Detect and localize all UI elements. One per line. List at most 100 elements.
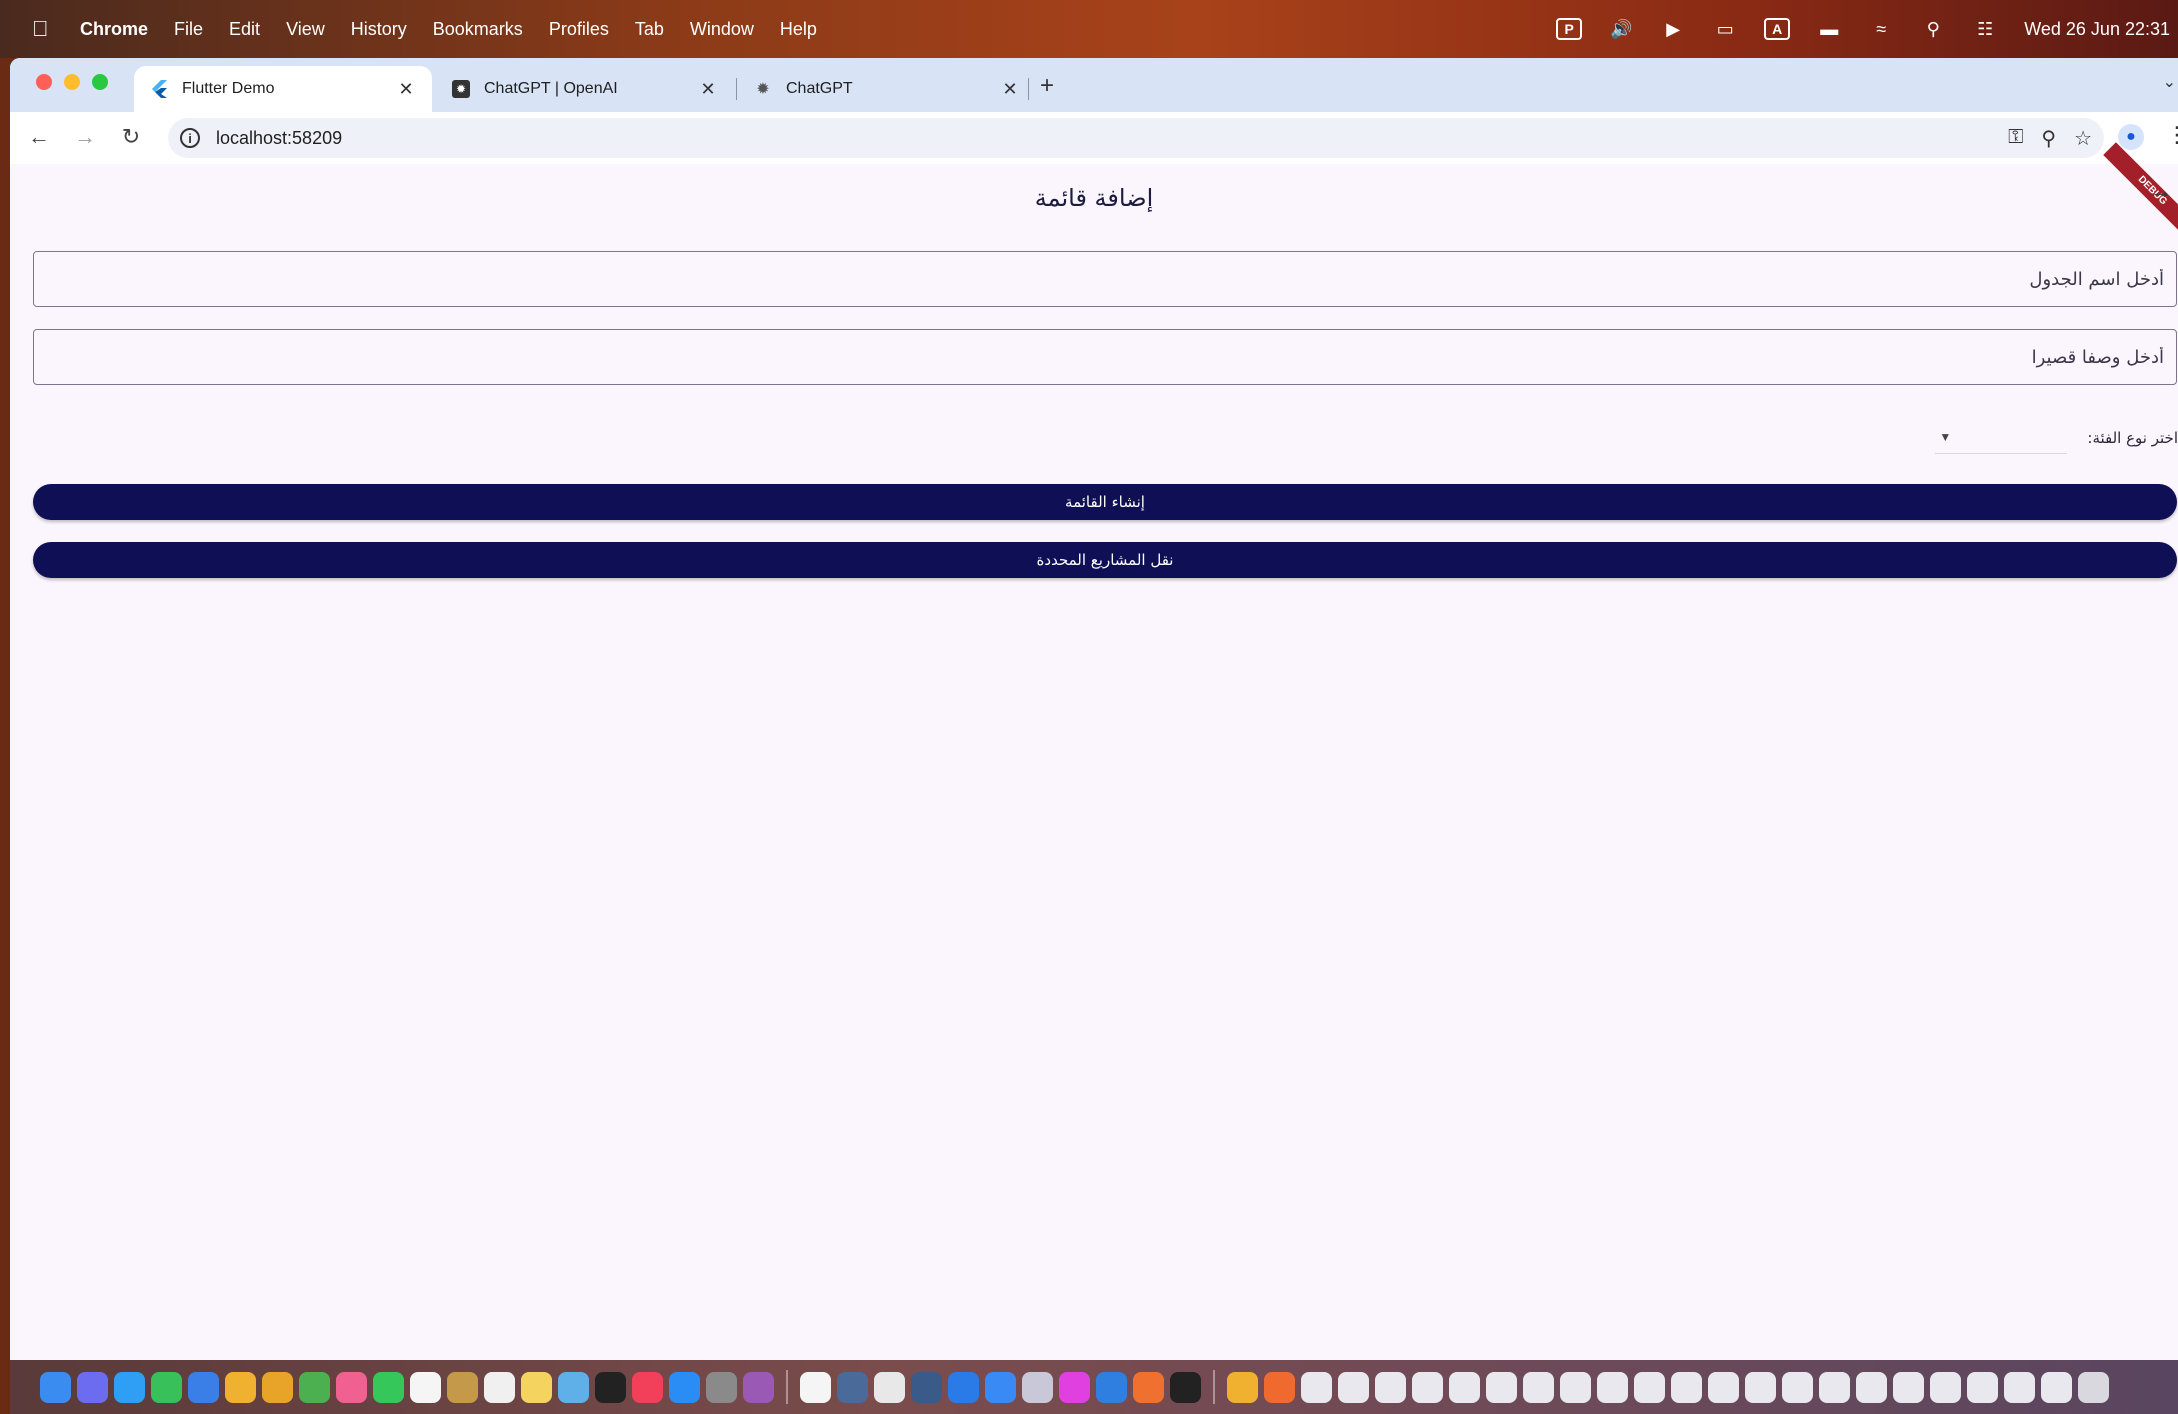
- dock-safari-icon[interactable]: [114, 1371, 145, 1403]
- dock-music-icon[interactable]: [632, 1371, 663, 1403]
- dock-swift-icon[interactable]: [1264, 1371, 1295, 1403]
- url-text[interactable]: localhost:58209: [216, 128, 342, 149]
- pastebot-icon[interactable]: P: [1556, 18, 1583, 40]
- dock-finder-icon[interactable]: [40, 1371, 71, 1403]
- tab-flutter-demo[interactable]: Flutter Demo ✕: [134, 66, 432, 112]
- dock-maps-icon[interactable]: [299, 1371, 330, 1403]
- menu-profiles[interactable]: Profiles: [549, 19, 609, 40]
- dock-sublime-icon[interactable]: [1133, 1371, 1164, 1403]
- menu-window[interactable]: Window: [690, 19, 754, 40]
- dock-window-9-icon[interactable]: [1597, 1371, 1628, 1403]
- dock-preview-icon[interactable]: [837, 1371, 868, 1403]
- forward-arrow-icon[interactable]: →: [72, 124, 98, 150]
- dock-terminal-icon[interactable]: [1170, 1371, 1201, 1403]
- chrome-menu-icon[interactable]: ⋮: [2166, 122, 2178, 148]
- dock-chrome-alt-icon[interactable]: [262, 1371, 293, 1403]
- wifi-icon[interactable]: ≈: [1868, 18, 1894, 40]
- reload-icon[interactable]: ↻: [118, 124, 144, 150]
- move-projects-button[interactable]: نقل المشاريع المحددة: [33, 542, 2177, 578]
- spotlight-icon[interactable]: ⚲: [1920, 18, 1946, 40]
- dock-disk-utility-icon[interactable]: [1022, 1371, 1053, 1403]
- dock-launchpad-icon[interactable]: [77, 1371, 108, 1403]
- tab-search-chevron-icon[interactable]: ⌄: [2163, 72, 2176, 92]
- menu-edit[interactable]: Edit: [229, 19, 260, 40]
- close-tab-icon[interactable]: ✕: [698, 79, 718, 100]
- dock-window-7-icon[interactable]: [1523, 1371, 1554, 1403]
- dock-system-settings-icon[interactable]: [706, 1371, 737, 1403]
- dock-messages-icon[interactable]: [151, 1371, 182, 1403]
- address-bar[interactable]: i localhost:58209 ⚿ ⚲ ☆: [168, 118, 2104, 158]
- dock-window-2-icon[interactable]: [1338, 1371, 1369, 1403]
- volume-icon[interactable]: 🔊: [1608, 18, 1634, 40]
- dock-freeform-icon[interactable]: [558, 1371, 589, 1403]
- dock-window-18-icon[interactable]: [1930, 1371, 1961, 1403]
- dock-window-14-icon[interactable]: [1782, 1371, 1813, 1403]
- dock-window-17-icon[interactable]: [1893, 1371, 1924, 1403]
- control-center-icon[interactable]: ☷: [1972, 18, 1998, 40]
- dock-chrome-3-icon[interactable]: [1227, 1371, 1258, 1403]
- dock-mail-icon[interactable]: [188, 1371, 219, 1403]
- dock-contacts-icon[interactable]: [447, 1371, 478, 1403]
- bookmark-star-icon[interactable]: ☆: [2074, 126, 2092, 151]
- dock-window-3-icon[interactable]: [1375, 1371, 1406, 1403]
- battery-icon[interactable]: ▬: [1816, 18, 1842, 40]
- dock-xcode-icon[interactable]: [948, 1371, 979, 1403]
- tab-chatgpt-openai[interactable]: ✹ ChatGPT | OpenAI ✕: [436, 66, 734, 112]
- dock-window-5-icon[interactable]: [1449, 1371, 1480, 1403]
- apple-menu-icon[interactable]: : [32, 16, 62, 42]
- description-field[interactable]: [33, 329, 2177, 385]
- password-key-icon[interactable]: ⚿: [2008, 126, 2023, 151]
- dock-window-19-icon[interactable]: [1967, 1371, 1998, 1403]
- create-list-button[interactable]: إنشاء القائمة: [33, 484, 2177, 520]
- dock-window-10-icon[interactable]: [1634, 1371, 1665, 1403]
- dock-p-app-icon[interactable]: [800, 1371, 831, 1403]
- back-arrow-icon[interactable]: ←: [26, 124, 52, 150]
- menu-file[interactable]: File: [174, 19, 203, 40]
- dock-chrome-icon[interactable]: [225, 1371, 256, 1403]
- dock-flower-icon[interactable]: [1059, 1371, 1090, 1403]
- dock-vscode-icon[interactable]: [1096, 1371, 1127, 1403]
- dock-reminders-icon[interactable]: [484, 1371, 515, 1403]
- dock-window-15-icon[interactable]: [1819, 1371, 1850, 1403]
- tab-chatgpt[interactable]: ✹ ChatGPT ✕: [738, 66, 1036, 112]
- site-info-icon[interactable]: i: [180, 128, 200, 148]
- menu-history[interactable]: History: [351, 19, 407, 40]
- dock-trash-icon[interactable]: [2078, 1371, 2109, 1403]
- dock-app-store-icon[interactable]: [669, 1371, 700, 1403]
- display-icon[interactable]: ▭: [1712, 18, 1738, 40]
- play-icon[interactable]: ▶: [1660, 18, 1686, 40]
- menu-help[interactable]: Help: [780, 19, 817, 40]
- dock-window-13-icon[interactable]: [1745, 1371, 1776, 1403]
- dock-window-12-icon[interactable]: [1708, 1371, 1739, 1403]
- close-window-button[interactable]: [36, 74, 52, 90]
- dock-window-6-icon[interactable]: [1486, 1371, 1517, 1403]
- menu-view[interactable]: View: [286, 19, 325, 40]
- dock-window-20-icon[interactable]: [2004, 1371, 2035, 1403]
- dock-notes-icon[interactable]: [521, 1371, 552, 1403]
- menu-tab[interactable]: Tab: [635, 19, 664, 40]
- dock-app-store-2-icon[interactable]: [985, 1371, 1016, 1403]
- menu-app-chrome[interactable]: Chrome: [80, 19, 148, 40]
- profile-avatar-icon[interactable]: ●: [2118, 124, 2144, 150]
- menubar-clock[interactable]: Wed 26 Jun 22:31: [2024, 19, 2170, 40]
- dock-window-16-icon[interactable]: [1856, 1371, 1887, 1403]
- dock-window-4-icon[interactable]: [1412, 1371, 1443, 1403]
- table-name-field[interactable]: [33, 251, 2177, 307]
- dock-podcasts-icon[interactable]: [743, 1371, 774, 1403]
- dock-window-1-icon[interactable]: [1301, 1371, 1332, 1403]
- dock-window-8-icon[interactable]: [1560, 1371, 1591, 1403]
- dock-window-11-icon[interactable]: [1671, 1371, 1702, 1403]
- dock-quicktime-icon[interactable]: [911, 1371, 942, 1403]
- dock-facetime-icon[interactable]: [373, 1371, 404, 1403]
- close-tab-icon[interactable]: ✕: [396, 79, 416, 100]
- dock-calendar-icon[interactable]: [410, 1371, 441, 1403]
- dock-window-21-icon[interactable]: [2041, 1371, 2072, 1403]
- category-dropdown[interactable]: ▼: [1935, 422, 2068, 454]
- new-tab-icon[interactable]: +: [1040, 72, 1054, 100]
- dock-photos-icon[interactable]: [336, 1371, 367, 1403]
- zoom-window-button[interactable]: [92, 74, 108, 90]
- dock-script-icon[interactable]: [874, 1371, 905, 1403]
- close-tab-icon[interactable]: ✕: [1000, 79, 1020, 100]
- menu-bookmarks[interactable]: Bookmarks: [433, 19, 523, 40]
- dock-tv-icon[interactable]: [595, 1371, 626, 1403]
